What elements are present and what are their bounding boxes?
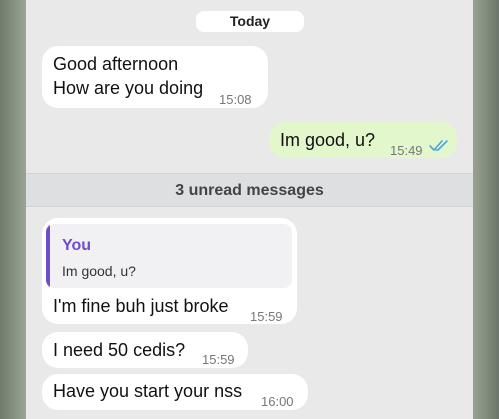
background-edge-left [0, 0, 26, 419]
message-text-line: How are you doing [53, 78, 204, 98]
message-time: 15:08 [219, 92, 252, 107]
message-bubble-incoming[interactable]: I need 50 cedis? 15:59 [42, 332, 248, 368]
message-time: 15:59 [202, 352, 235, 367]
date-separator: Today [196, 11, 304, 32]
message-text: Have you start your nss [53, 381, 243, 401]
background-edge-right [473, 0, 499, 419]
message-bubble-incoming[interactable]: Have you start your nss 16:00 [42, 374, 308, 410]
reply-author: You [62, 237, 92, 254]
reply-accent-bar [46, 224, 50, 288]
reply-text: Im good, u? [62, 263, 136, 279]
message-text: I need 50 cedis? [53, 340, 186, 360]
reply-quote[interactable]: You Im good, u? [46, 224, 292, 288]
message-time: 15:49 [390, 143, 423, 158]
chat-screen[interactable]: Today Good afternoon How are you doing 1… [26, 0, 473, 419]
message-text-line: Good afternoon [53, 54, 179, 74]
message-bubble-incoming[interactable]: You Im good, u? I'm fine buh just broke … [42, 218, 297, 324]
message-text: I'm fine buh just broke [53, 296, 229, 316]
message-text: Im good, u? [280, 130, 376, 150]
message-time: 15:59 [250, 309, 283, 324]
message-bubble-outgoing[interactable]: Im good, u? 15:49 [269, 122, 457, 158]
message-bubble-incoming[interactable]: Good afternoon How are you doing 15:08 [42, 46, 268, 108]
message-time: 16:00 [261, 394, 294, 409]
double-check-read-icon [429, 140, 448, 151]
unread-messages-divider: 3 unread messages [26, 173, 473, 207]
